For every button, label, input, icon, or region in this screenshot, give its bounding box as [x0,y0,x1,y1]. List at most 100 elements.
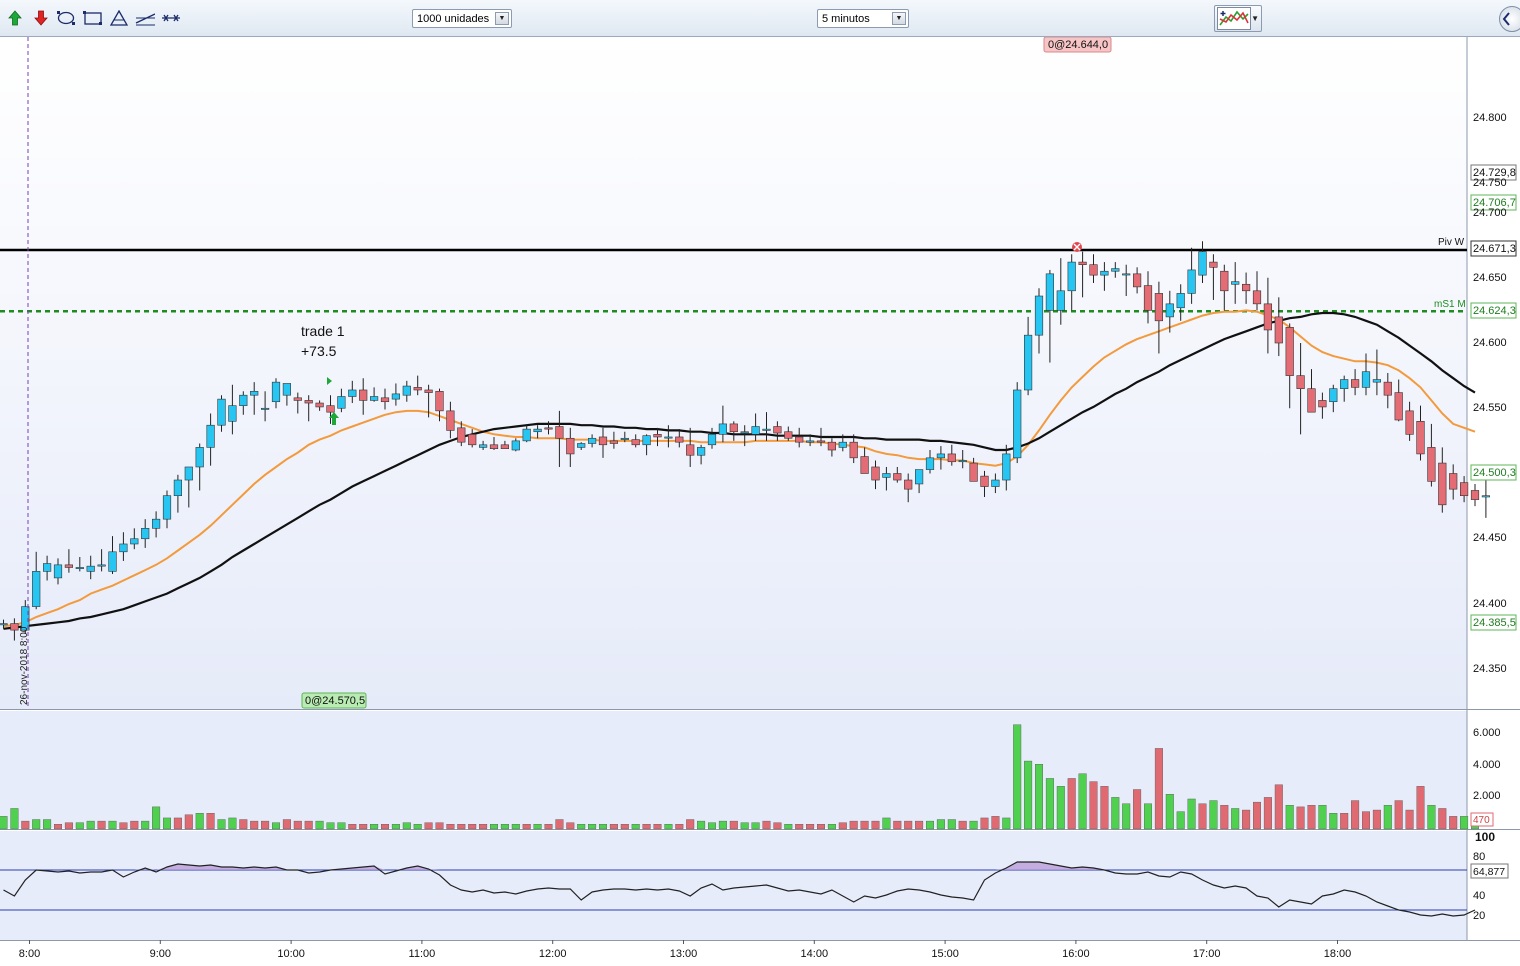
buy-arrow-icon[interactable] [5,8,25,28]
volume-bar [152,806,161,830]
trade-annotation-title: trade 1 [301,323,345,339]
volume-bar [500,824,509,830]
rectangle-tool-icon[interactable] [83,8,103,28]
candle-body [805,440,815,443]
tag-rsi-last: 64,877 [1470,863,1509,879]
volume-bar [893,820,902,830]
candle-body [359,389,368,401]
candle-body [53,564,63,579]
candle-body [457,427,466,443]
price-tick: 24.600 [1473,337,1507,349]
time-tick: 18:00 [1324,948,1352,960]
candle-body [1013,389,1022,459]
candle-body [500,444,510,450]
candle-body [1274,316,1283,344]
candle-body [947,453,956,463]
candle-body [893,473,902,481]
volume-bar [544,824,553,830]
volume-bar [0,816,8,830]
candle-body [152,518,161,529]
candle-body [424,389,433,393]
candle-body [446,410,455,431]
volume-bar [402,822,411,830]
candle-body [1416,420,1425,455]
time-tick: 10:00 [277,948,305,960]
top-order-tag[interactable]: 0@24.644,0 [1043,36,1112,53]
candle-body [1056,290,1065,311]
candle-body [1394,392,1403,421]
bottom-order-tag[interactable]: 0@24.570,5 [301,692,367,709]
volume-bar [882,817,891,830]
candle-body [64,564,73,568]
volume-bar [740,822,749,830]
candle-body [1351,379,1360,388]
candle-body [904,479,913,490]
volume-bar [1045,778,1054,830]
volume-bar [1372,809,1381,830]
volume-bar [457,824,466,830]
candle-body [1470,490,1480,500]
trade-annotation-result: +73.5 [301,343,337,359]
volume-bar [1034,764,1043,830]
volume-bar [642,824,651,830]
chart-area[interactable]: 8:00 9:00 10:00 11:00 12:00 13:00 14:00 15:00 16… [0,36,1520,961]
volume-bar [653,824,662,830]
candle-body [1024,334,1033,391]
candle-body [348,389,357,397]
volume-bar [468,824,477,830]
candle-body [555,426,564,439]
candle-body [1438,462,1447,506]
sell-arrow-icon[interactable] [31,8,51,28]
candle-body [206,424,215,448]
candle-body [729,423,738,433]
volume-bar [370,824,379,830]
volume-bar [43,819,52,830]
volume-bar [1122,803,1131,830]
scroll-left-icon[interactable] [1499,6,1520,32]
candle-body [315,402,324,408]
time-tick: 9:00 [150,948,171,960]
candle-body [32,571,41,607]
candle-body [304,400,313,404]
candle-body [1449,473,1458,490]
candle-body [435,390,444,412]
volume-bar [784,824,793,830]
timeframe-select[interactable]: 5 minutos ▼ [817,9,909,28]
volume-tick: 6.000 [1473,727,1501,739]
quantity-select[interactable]: 1000 unidades ▼ [412,9,512,28]
candle-body [1481,495,1490,498]
price-tick: 24.350 [1473,663,1507,675]
ellipse-tool-icon[interactable] [57,8,77,28]
candle-body [1242,283,1251,292]
price-chart[interactable]: 8:00 9:00 10:00 11:00 12:00 13:00 14:00 15:00 16… [0,36,1520,961]
candle-body [653,434,662,438]
price-tick: 24.400 [1473,598,1507,610]
tag-last-label: 24.500,3 [1473,467,1516,479]
volume-bar [522,824,531,830]
trendline-tool-icon[interactable] [135,8,155,28]
candle-body [533,428,542,433]
volume-bar [1449,816,1458,830]
candle-body [195,447,204,468]
fibonacci-tool-icon[interactable] [109,8,129,28]
volume-bar [217,819,226,830]
candle-body [184,466,193,481]
volume-bar [86,820,95,830]
volume-bar [119,822,128,830]
candle-body [239,394,248,406]
volume-bar [250,820,259,830]
volume-bar [1209,800,1218,830]
candle-body [925,457,935,470]
candle-body [1361,371,1371,388]
rsi-panel [0,831,1467,940]
volume-bar [10,808,19,830]
volume-bar [54,824,63,830]
volume-bar [1154,748,1163,830]
volume-bar [675,824,684,830]
candle-body [642,435,651,446]
indicators-button[interactable]: ▼ [1214,5,1262,32]
candle-body [914,469,924,485]
crossline-tool-icon[interactable] [161,8,181,28]
candle-body [980,475,989,487]
candle-body [282,383,292,396]
